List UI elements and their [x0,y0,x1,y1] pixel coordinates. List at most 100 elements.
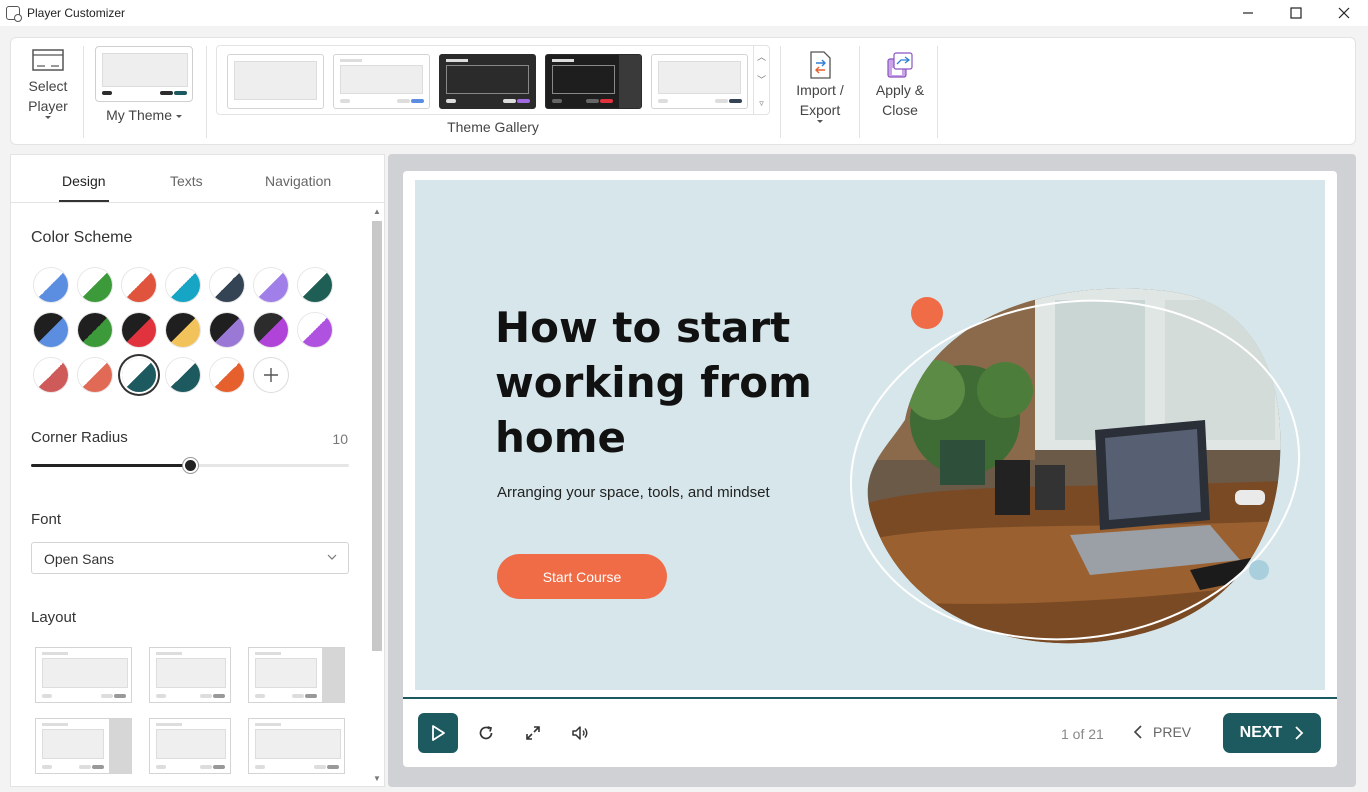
slide-subtitle: Arranging your space, tools, and mindset [497,484,770,501]
theme-thumb-light[interactable] [227,54,324,109]
color-swatch[interactable] [166,268,200,302]
color-swatch[interactable] [34,313,68,347]
chevron-left-icon [1133,725,1142,739]
layout-title: Layout [31,609,77,626]
prev-button[interactable]: PREV [1133,724,1191,740]
color-swatch[interactable] [254,313,288,347]
decor-orange-dot [911,297,943,329]
corner-radius-slider[interactable] [31,458,349,473]
plus-icon [264,368,278,382]
color-swatch[interactable] [122,358,156,392]
player-icon [32,49,64,71]
color-swatch[interactable] [210,313,244,347]
select-player-button[interactable]: Select Player [25,46,71,119]
page-counter: 1 of 21 [1061,726,1104,742]
color-swatch[interactable] [210,358,244,392]
ribbon-divider [780,46,781,138]
ribbon-divider [859,46,860,138]
color-swatch[interactable] [34,358,68,392]
add-color-scheme-button[interactable] [254,358,288,392]
corner-radius-title: Corner Radius [31,429,128,446]
window-title: Player Customizer [27,6,126,20]
layout-option-3[interactable] [248,647,345,703]
theme-gallery: ︿ ﹀ ▿ [216,45,770,115]
layout-option-2[interactable] [149,647,231,703]
theme-thumb-dark-red[interactable] [545,54,642,109]
scrollbar-thumb[interactable] [372,221,382,651]
player-controls: 1 of 21 PREV NEXT [403,700,1337,766]
color-swatch[interactable] [166,358,200,392]
decor-blue-dot [1249,560,1269,580]
import-export-icon [810,51,831,79]
panel-scrollbar[interactable]: ▲ ▼ [370,205,384,785]
color-swatch[interactable] [210,268,244,302]
fullscreen-icon [526,726,540,740]
theme-thumb-light-dark[interactable] [651,54,748,109]
tab-texts[interactable]: Texts [170,173,203,189]
play-button[interactable] [418,713,458,753]
color-swatch[interactable] [78,313,112,347]
color-swatch[interactable] [166,313,200,347]
apply-close-label: Apply & Close [875,82,925,118]
gallery-scroll: ︿ ﹀ ▿ [753,46,769,114]
close-icon [1338,7,1350,19]
color-swatch[interactable] [122,313,156,347]
close-button[interactable] [1320,0,1368,26]
color-swatch[interactable] [298,268,332,302]
my-theme-thumbnail [95,46,193,102]
chevron-down-icon [327,554,337,560]
theme-thumb-light-blue[interactable] [333,54,430,109]
color-swatch[interactable] [78,268,112,302]
chevron-right-icon [1295,726,1304,740]
progress-bar [403,697,1337,699]
chevron-down-icon [45,116,51,119]
settings-tabs: Design Texts Navigation [11,155,385,203]
corner-radius-value: 10 [332,431,348,447]
color-swatch[interactable] [34,268,68,302]
ribbon-divider [206,46,207,138]
layout-option-6[interactable] [248,718,345,774]
replay-button[interactable] [476,723,496,743]
play-icon [432,725,445,741]
theme-thumb-dark[interactable] [439,54,536,109]
scroll-down-icon[interactable]: ▼ [373,774,381,783]
title-bar: Player Customizer [0,0,1368,26]
settings-panel: Design Texts Navigation Color Scheme Cor… [10,154,385,787]
color-scheme-title: Color Scheme [31,229,133,246]
layout-option-4[interactable] [35,718,132,774]
color-swatch[interactable] [298,313,332,347]
next-button[interactable]: NEXT [1223,713,1321,753]
font-select[interactable]: Open Sans [31,542,349,574]
my-theme-button[interactable]: My Theme [95,46,193,125]
color-swatch[interactable] [122,268,156,302]
layout-option-5[interactable] [149,718,231,774]
slider-fill [31,464,190,467]
maximize-button[interactable] [1272,0,1320,26]
slider-thumb[interactable] [183,458,198,473]
chevron-down-icon[interactable]: ﹀ [757,75,766,85]
expand-gallery-icon[interactable]: ▿ [759,98,764,108]
select-player-label: Select Player [28,78,68,114]
import-export-label: Import / Export [796,82,844,118]
font-title: Font [31,511,62,528]
apply-close-button[interactable]: Apply & Close [871,50,929,120]
replay-icon [479,726,493,740]
theme-gallery-label: Theme Gallery [447,119,539,135]
minimize-button[interactable] [1224,0,1272,26]
volume-button[interactable] [570,723,590,743]
start-course-button[interactable]: Start Course [497,554,667,599]
my-theme-label: My Theme [106,107,172,123]
import-export-button[interactable]: Import / Export [791,50,849,123]
prev-label: PREV [1153,724,1192,740]
font-select-value: Open Sans [44,551,115,567]
tab-navigation[interactable]: Navigation [265,173,331,189]
tab-design[interactable]: Design [62,173,106,189]
layout-option-1[interactable] [35,647,132,703]
scroll-up-icon[interactable]: ▲ [373,207,381,216]
fullscreen-button[interactable] [523,723,543,743]
save-icon [887,52,913,78]
color-swatch[interactable] [78,358,112,392]
chevron-down-icon [175,114,182,118]
chevron-up-icon[interactable]: ︿ [757,52,766,62]
color-swatch[interactable] [254,268,288,302]
